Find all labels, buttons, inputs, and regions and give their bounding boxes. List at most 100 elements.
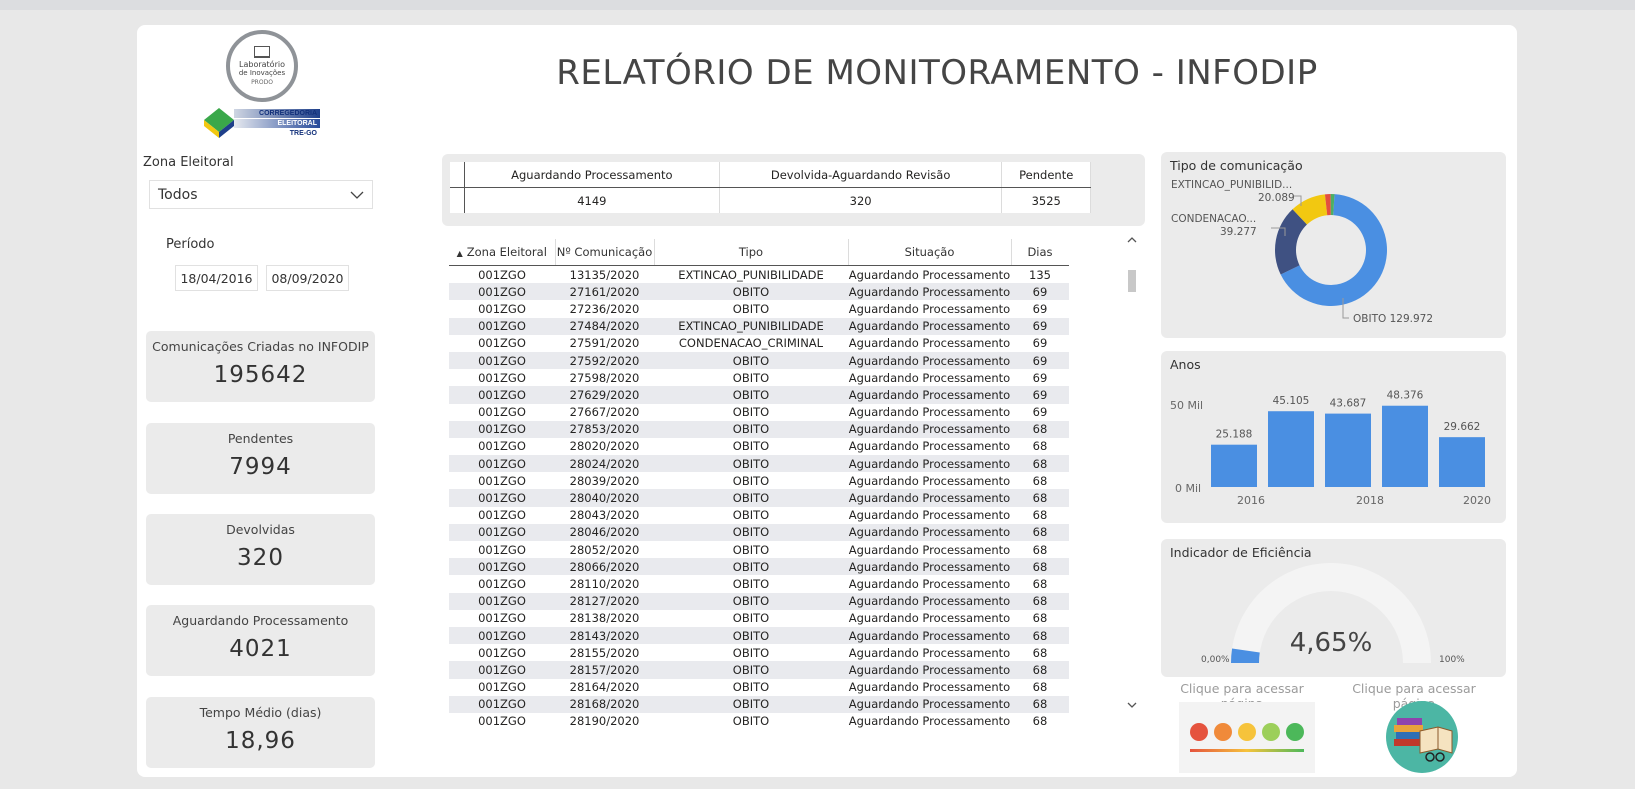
table-row[interactable]: 001ZGO 27484/2020 EXTINCAO_PUNIBILIDADE Agu… (449, 317, 1069, 335)
table-row[interactable]: 001ZGO 27592/2020 OBITO Aguardando Processa… (449, 351, 1069, 370)
gauge-max: 100% (1439, 655, 1465, 665)
status-header[interactable]: Devolvida-Aguardando Revisão (719, 162, 1003, 188)
table-cell: 28024/2020 (569, 456, 640, 471)
table-row[interactable]: 001ZGO 28190/2020 OBITO Aguardando Processa… (449, 713, 1069, 730)
bar-2017[interactable] (1268, 411, 1314, 487)
table-scrollbar[interactable] (1125, 235, 1139, 720)
column-header-dias[interactable]: Dias (1011, 239, 1069, 266)
bar-2020[interactable] (1439, 437, 1485, 487)
bar-value-label: 43.687 (1330, 398, 1367, 410)
table-cell: Aguardando Processamento (848, 714, 1011, 729)
table-row[interactable]: 001ZGO 28052/2020 OBITO Aguardando Processa… (449, 541, 1069, 558)
table-row[interactable]: 001ZGO 28066/2020 OBITO Aguardando Processa… (449, 558, 1069, 576)
face-very-happy-icon (1286, 723, 1304, 741)
table-cell: 001ZGO (478, 542, 526, 557)
gauge-chart[interactable]: 4,65% 0,00% 100% (1161, 539, 1506, 677)
table-row[interactable]: 001ZGO 28024/2020 OBITO Aguardando Processa… (449, 455, 1069, 473)
table-row[interactable]: 001ZGO 27629/2020 OBITO Aguardando Processa… (449, 386, 1069, 404)
table-cell: Aguardando Processamento (848, 284, 1011, 299)
table-row[interactable]: 001ZGO 28127/2020 OBITO Aguardando Processa… (449, 592, 1069, 610)
column-header-situacao[interactable]: Situação (848, 239, 1012, 266)
column-header-zona[interactable]: ▲ Zona Eleitoral (449, 239, 556, 266)
table-cell: 001ZGO (478, 370, 526, 385)
table-cell: OBITO (732, 525, 770, 540)
table-row[interactable]: 001ZGO 28143/2020 OBITO Aguardando Processa… (449, 626, 1069, 645)
column-header-numero[interactable]: Nº Comunicação (555, 239, 655, 266)
table-cell: 68 (1032, 611, 1048, 626)
table-cell: Aguardando Processamento (848, 645, 1011, 660)
table-row[interactable]: 001ZGO 13135/2020 EXTINCAO_PUNIBILIDADE Agu… (449, 266, 1069, 284)
communications-table-container[interactable]: ▲ Zona Eleitoral Nº Comunicação Tipo Situ… (449, 239, 1069, 766)
table-row[interactable]: 001ZGO 28157/2020 OBITO Aguardando Processa… (449, 661, 1069, 679)
donut-label-obito: OBITO 129.972 (1353, 313, 1433, 325)
table-row[interactable]: 001ZGO 28046/2020 OBITO Aguardando Processa… (449, 523, 1069, 541)
table-cell: EXTINCAO_PUNIBILIDADE (678, 319, 824, 334)
table-cell: 28052/2020 (569, 542, 640, 557)
bar-chart[interactable]: 50 Mil 0 Mil 25.188 45.105 43.687 48.376 29.… (1161, 351, 1506, 523)
scrollbar-thumb[interactable] (1128, 270, 1136, 292)
table-row[interactable]: 001ZGO 28155/2020 OBITO Aguardando Processa… (449, 644, 1069, 661)
table-cell: 27484/2020 (569, 319, 640, 334)
table-row[interactable]: 001ZGO 28043/2020 OBITO Aguardando Processa… (449, 507, 1069, 524)
column-header-tipo[interactable]: Tipo (654, 239, 849, 266)
table-row[interactable]: 001ZGO 27591/2020 CONDENACAO_CRIMINAL Aguar… (449, 335, 1069, 352)
table-row[interactable]: 001ZGO 28138/2020 OBITO Aguardando Processa… (449, 610, 1069, 627)
status-header[interactable]: Pendente (1001, 162, 1091, 188)
table-cell: 68 (1032, 559, 1048, 574)
chevron-down-icon (350, 191, 364, 199)
donut-value-condenacao: 39.277 (1220, 226, 1257, 238)
zona-dropdown[interactable]: Todos (149, 180, 373, 209)
table-row[interactable]: 001ZGO 27236/2020 OBITO Aguardando Processa… (449, 300, 1069, 317)
table-row[interactable]: 001ZGO 27853/2020 OBITO Aguardando Processa… (449, 420, 1069, 438)
table-cell: 68 (1032, 525, 1048, 540)
scroll-up-icon[interactable] (1126, 235, 1138, 245)
table-row[interactable]: 001ZGO 28164/2020 OBITO Aguardando Processa… (449, 679, 1069, 696)
table-cell: Aguardando Processamento (848, 473, 1011, 488)
table-row[interactable]: 001ZGO 28039/2020 OBITO Aguardando Processa… (449, 472, 1069, 489)
table-cell: 28020/2020 (569, 439, 640, 454)
table-cell: 68 (1032, 697, 1048, 712)
satisfaction-faces-image[interactable] (1179, 702, 1315, 773)
date-start-input[interactable]: 18/04/2016 (175, 265, 258, 291)
logo-eleitoral-text: ELEITORAL (234, 119, 320, 128)
table-row[interactable]: 001ZGO 28040/2020 OBITO Aguardando Processa… (449, 489, 1069, 507)
books-image[interactable] (1386, 701, 1458, 773)
table-cell: 28110/2020 (569, 576, 640, 591)
periodo-label: Período (166, 237, 215, 252)
table-row[interactable]: 001ZGO 28110/2020 OBITO Aguardando Processa… (449, 575, 1069, 592)
scroll-down-icon[interactable] (1126, 700, 1138, 710)
table-row[interactable]: 001ZGO 27161/2020 OBITO Aguardando Processa… (449, 283, 1069, 301)
table-cell: 69 (1032, 284, 1048, 299)
bar-2016[interactable] (1211, 444, 1257, 487)
table-cell: OBITO (732, 439, 770, 454)
date-end-input[interactable]: 08/09/2020 (266, 265, 349, 291)
table-cell: 001ZGO (478, 319, 526, 334)
bar-2018[interactable] (1325, 413, 1371, 487)
donut-label-extincao: EXTINCAO_PUNIBILID... (1171, 179, 1292, 191)
table-cell: 28168/2020 (569, 697, 640, 712)
bar-2019[interactable] (1382, 405, 1428, 487)
table-cell: Aguardando Processamento (848, 697, 1011, 712)
table-cell: Aguardando Processamento (848, 267, 1011, 282)
card-label: Devolvidas (226, 522, 295, 537)
table-row[interactable]: 001ZGO 27667/2020 OBITO Aguardando Processa… (449, 404, 1069, 421)
table-cell: OBITO (732, 456, 770, 471)
table-cell: 68 (1032, 645, 1048, 660)
table-cell: Aguardando Processamento (848, 628, 1011, 643)
table-cell: OBITO (732, 680, 770, 695)
table-row[interactable]: 001ZGO 28020/2020 OBITO Aguardando Processa… (449, 438, 1069, 455)
table-row[interactable]: 001ZGO 28168/2020 OBITO Aguardando Processa… (449, 695, 1069, 713)
communications-table: ▲ Zona Eleitoral Nº Comunicação Tipo Situ… (449, 239, 1069, 730)
table-cell: 68 (1032, 714, 1048, 729)
status-header[interactable]: Aguardando Processamento (464, 162, 720, 188)
table-cell: Aguardando Processamento (848, 422, 1011, 437)
table-cell: OBITO (732, 697, 770, 712)
table-row[interactable]: 001ZGO 27598/2020 OBITO Aguardando Processa… (449, 369, 1069, 386)
status-value: 3525 (1001, 187, 1091, 213)
donut-chart[interactable]: EXTINCAO_PUNIBILID... 20.089 CONDENACAO.… (1161, 152, 1506, 338)
table-cell: 68 (1032, 422, 1048, 437)
table-cell: 001ZGO (478, 697, 526, 712)
table-cell: OBITO (732, 508, 770, 523)
table-cell: 68 (1032, 439, 1048, 454)
face-sad-icon (1214, 723, 1232, 741)
